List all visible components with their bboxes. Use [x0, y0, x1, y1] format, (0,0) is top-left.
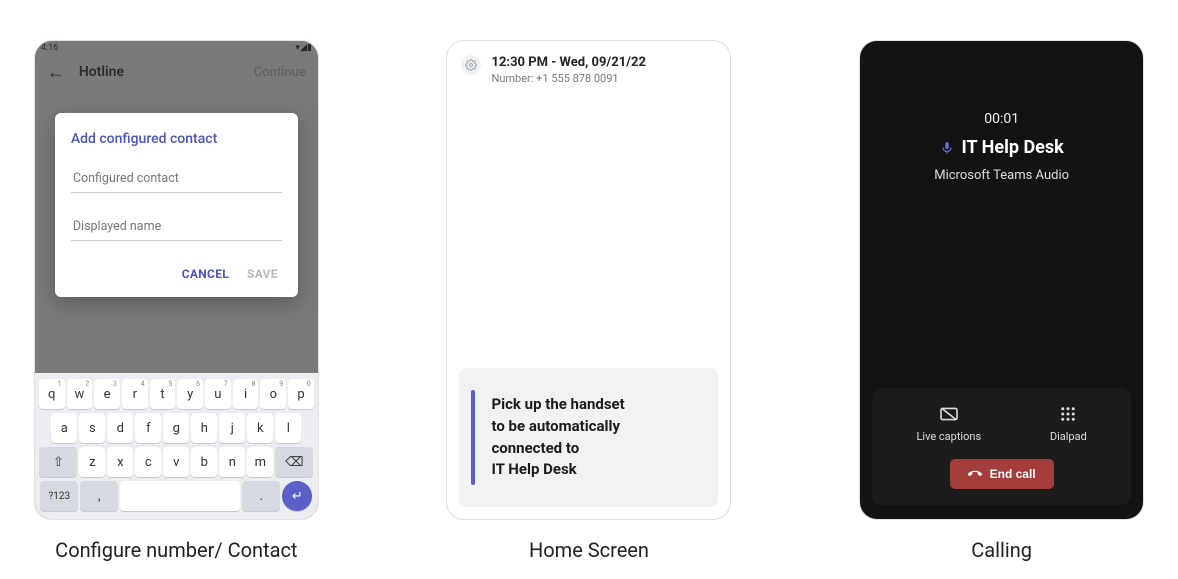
key-d[interactable]: d [107, 413, 133, 443]
kbd-row-4: ?123 , . ↵ [39, 481, 314, 511]
key-o[interactable]: o9 [260, 379, 286, 409]
key-v[interactable]: v [163, 447, 189, 477]
home-number: Number: +1 555 878 0091 [491, 72, 645, 85]
key-period[interactable]: . [242, 481, 280, 511]
call-controls-panel: Live captions Dialpad End call [872, 388, 1131, 505]
app-header: ← Hotline Continue [35, 55, 318, 89]
home-header: 12:30 PM - Wed, 09/21/22 Number: +1 555 … [447, 41, 730, 95]
key-x[interactable]: x [107, 447, 133, 477]
key-r[interactable]: r4 [122, 379, 148, 409]
key-p[interactable]: p0 [288, 379, 314, 409]
key-m[interactable]: m [247, 447, 273, 477]
home-instruction-text: Pick up the handset to be automatically … [491, 394, 700, 481]
live-captions-button[interactable]: Live captions [917, 404, 982, 443]
caption-home: Home Screen [529, 538, 649, 562]
kbd-row-2: a s d f g h j k l [39, 413, 314, 443]
kbd-row-3: ⇧ z x c v b n m ⌫ [39, 447, 314, 477]
key-t[interactable]: t5 [150, 379, 176, 409]
key-n[interactable]: n [219, 447, 245, 477]
dialpad-button[interactable]: Dialpad [1050, 404, 1087, 443]
call-timer: 00:01 [984, 111, 1019, 127]
status-time: 4:16 [41, 43, 58, 53]
key-i[interactable]: i8 [233, 379, 259, 409]
key-h[interactable]: h [191, 413, 217, 443]
displayed-name-input[interactable]: Displayed name [71, 213, 282, 241]
continue-button[interactable]: Continue [254, 65, 306, 80]
configured-contact-input[interactable]: Configured contact [71, 165, 282, 193]
caption-configure: Configure number/ Contact [55, 538, 297, 562]
dialpad-icon [1058, 404, 1078, 424]
call-title: IT Help Desk [962, 137, 1064, 158]
key-l[interactable]: l [275, 413, 301, 443]
gear-icon[interactable] [461, 55, 481, 75]
kbd-row-1: q1 w2 e3 r4 t5 y6 u7 i8 o9 p0 [39, 379, 314, 409]
mic-icon [940, 141, 954, 155]
key-y[interactable]: y6 [177, 379, 203, 409]
key-f[interactable]: f [135, 413, 161, 443]
key-g[interactable]: g [163, 413, 189, 443]
key-comma[interactable]: , [80, 481, 118, 511]
key-q[interactable]: q1 [39, 379, 65, 409]
live-captions-label: Live captions [917, 430, 982, 443]
screen-home: 12:30 PM - Wed, 09/21/22 Number: +1 555 … [446, 40, 731, 520]
key-z[interactable]: z [79, 447, 105, 477]
end-call-button[interactable]: End call [950, 459, 1054, 489]
status-bar: 4:16 ▾◢▮ [35, 41, 318, 55]
caption-calling: Calling [971, 538, 1032, 562]
call-audio-label: Microsoft Teams Audio [934, 168, 1069, 183]
key-k[interactable]: k [247, 413, 273, 443]
screen-calling: 00:01 IT Help Desk Microsoft Teams Audio… [859, 40, 1144, 520]
key-j[interactable]: j [219, 413, 245, 443]
key-shift[interactable]: ⇧ [39, 447, 77, 477]
status-icons: ▾◢▮ [295, 43, 311, 53]
home-datetime: 12:30 PM - Wed, 09/21/22 [491, 55, 645, 70]
call-info: 00:01 IT Help Desk Microsoft Teams Audio [860, 41, 1143, 388]
header-title: Hotline [79, 64, 124, 80]
phone-hangup-icon [965, 464, 985, 484]
back-icon[interactable]: ← [47, 62, 65, 83]
key-b[interactable]: b [191, 447, 217, 477]
key-space[interactable] [120, 481, 240, 511]
captions-icon [939, 404, 959, 424]
key-backspace[interactable]: ⌫ [275, 447, 313, 477]
key-w[interactable]: w2 [67, 379, 93, 409]
key-u[interactable]: u7 [205, 379, 231, 409]
home-instruction-card: Pick up the handset to be automatically … [459, 368, 718, 507]
end-call-label: End call [990, 467, 1036, 481]
key-enter[interactable]: ↵ [282, 481, 312, 511]
key-a[interactable]: a [51, 413, 77, 443]
add-contact-dialog: Add configured contact Configured contac… [55, 113, 298, 297]
key-c[interactable]: c [135, 447, 161, 477]
dialog-title: Add configured contact [71, 131, 282, 147]
dialpad-label: Dialpad [1050, 430, 1087, 443]
soft-keyboard[interactable]: q1 w2 e3 r4 t5 y6 u7 i8 o9 p0 a s d f g [35, 373, 318, 519]
cancel-button[interactable]: CANCEL [182, 267, 229, 281]
save-button[interactable]: SAVE [247, 267, 278, 281]
key-e[interactable]: e3 [94, 379, 120, 409]
key-numswitch[interactable]: ?123 [40, 481, 78, 511]
screen-configure: 4:16 ▾◢▮ ← Hotline Continue Add configur… [34, 40, 319, 520]
key-s[interactable]: s [79, 413, 105, 443]
